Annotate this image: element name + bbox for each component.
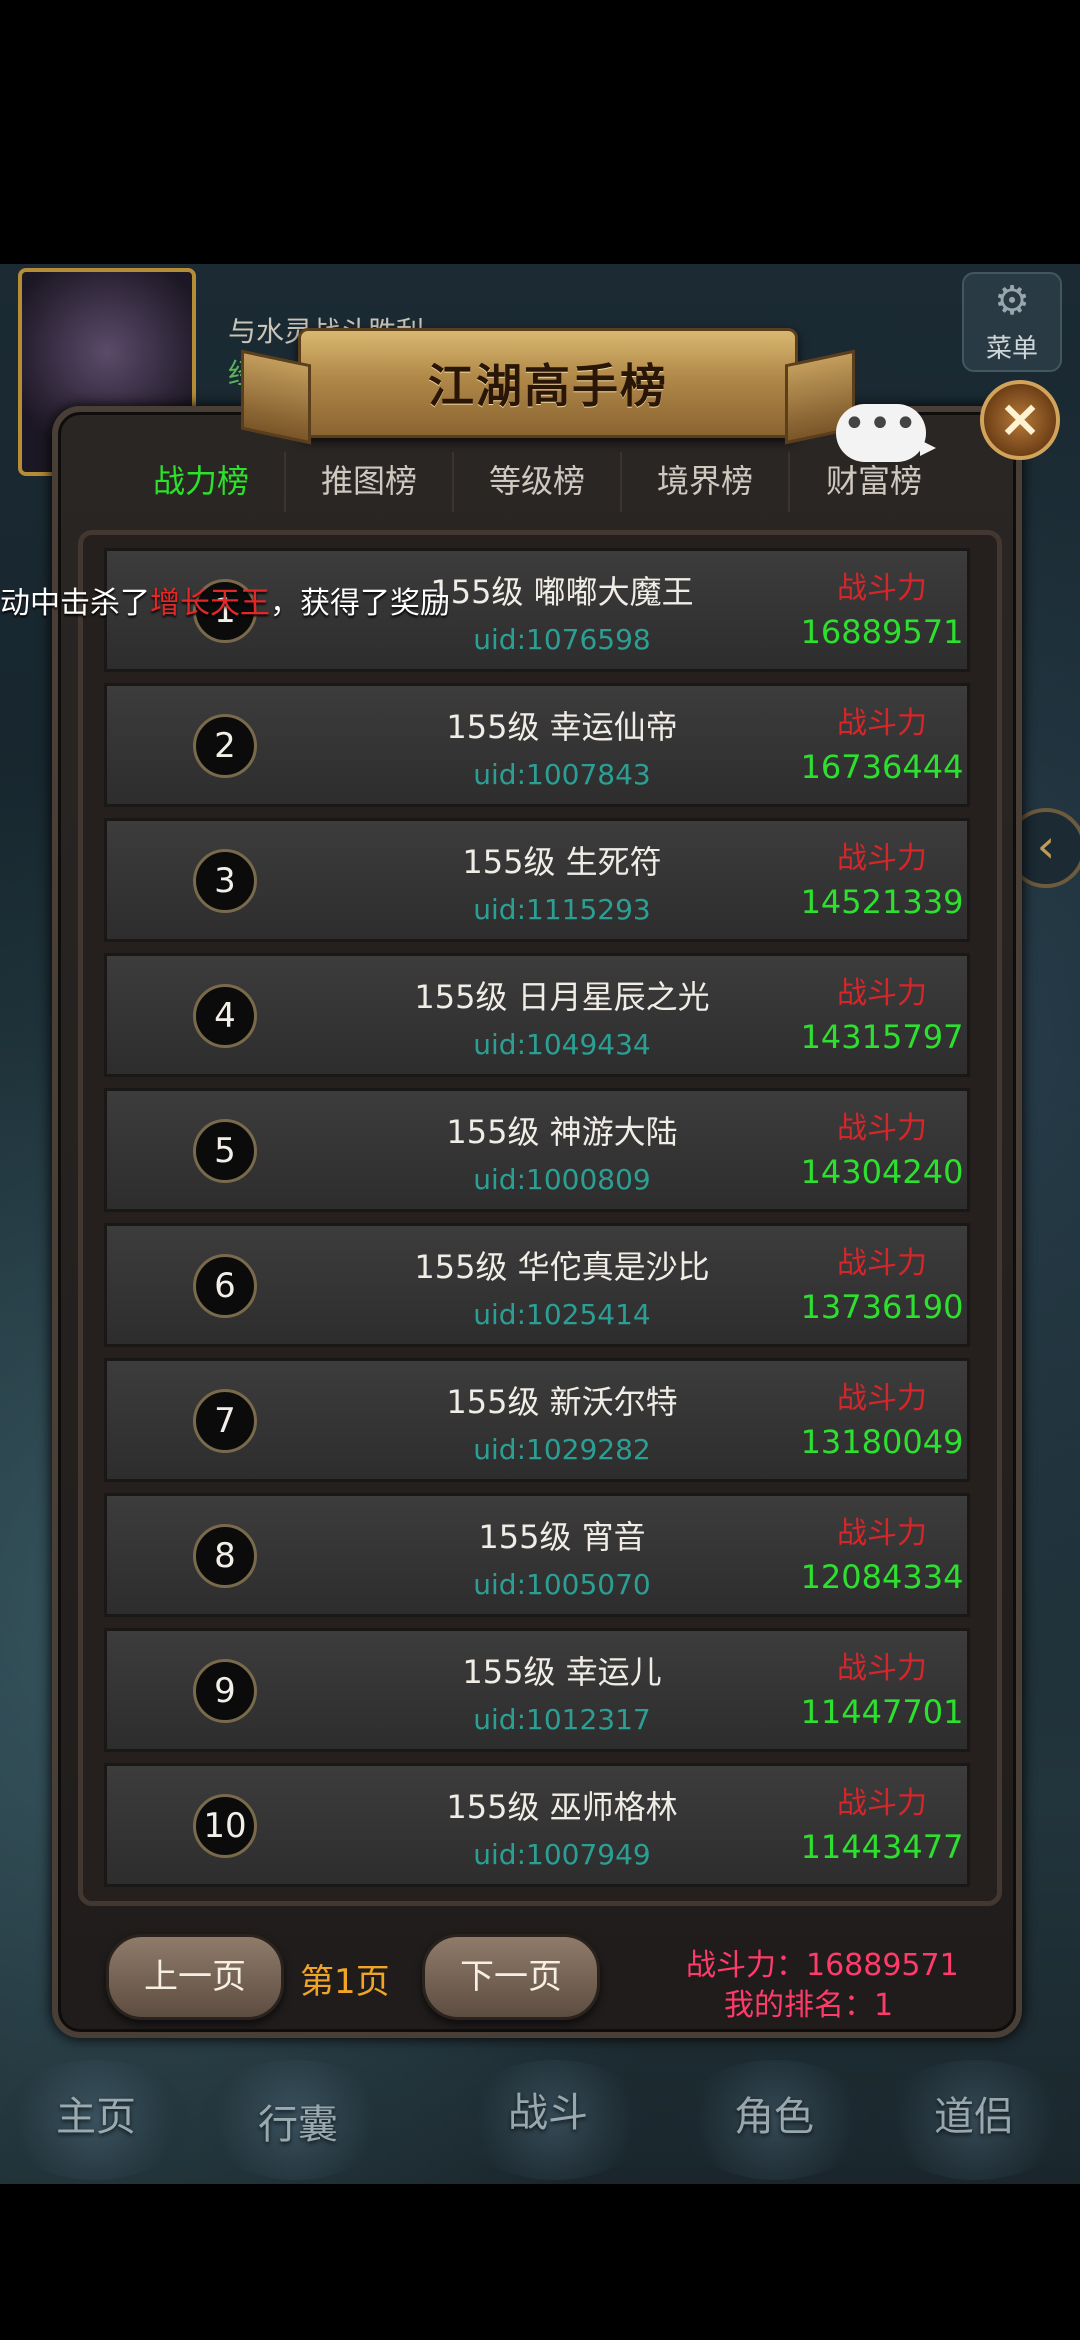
player-uid: uid:1029282 bbox=[473, 1433, 651, 1466]
player-uid: uid:1049434 bbox=[473, 1028, 651, 1061]
rank-badge: 5 bbox=[193, 1119, 257, 1183]
player-name: 155级 宵音 bbox=[478, 1518, 646, 1556]
table-row[interactable]: 7 155级 新沃尔特 uid:1029282 战斗力 13180049 bbox=[104, 1358, 970, 1482]
player-name: 155级 生死符 bbox=[462, 843, 662, 881]
power-value: 14521339 bbox=[800, 883, 964, 921]
tab-level-rank[interactable]: 等级榜 bbox=[454, 452, 622, 512]
next-page-button[interactable]: 下一页 bbox=[422, 1934, 600, 2020]
nav-character[interactable]: 角色 bbox=[734, 2084, 814, 2142]
power-label: 战斗力 bbox=[837, 1381, 927, 1416]
power-value: 11447701 bbox=[800, 1693, 964, 1731]
power-value: 13736190 bbox=[800, 1288, 964, 1326]
rank-badge: 10 bbox=[193, 1794, 257, 1858]
rank-badge: 9 bbox=[193, 1659, 257, 1723]
panel-title: 江湖高手榜 bbox=[428, 359, 668, 413]
tab-stage-rank[interactable]: 推图榜 bbox=[286, 452, 454, 512]
rank-badge: 4 bbox=[193, 984, 257, 1048]
power-label: 战斗力 bbox=[837, 976, 927, 1011]
nav-home[interactable]: 主页 bbox=[56, 2084, 136, 2142]
gear-icon: ⚙ bbox=[994, 278, 1030, 324]
prev-page-button[interactable]: 上一页 bbox=[106, 1934, 284, 2020]
system-broadcast: 动中击杀了增长天王，获得了奖励 bbox=[0, 578, 450, 622]
power-label: 战斗力 bbox=[837, 1651, 927, 1686]
table-row[interactable]: 2 155级 幸运仙帝 uid:1007843 战斗力 16736444 bbox=[104, 683, 970, 807]
player-name: 155级 幸运儿 bbox=[462, 1653, 662, 1691]
player-name: 155级 新沃尔特 bbox=[446, 1383, 678, 1421]
power-label: 战斗力 bbox=[837, 1516, 927, 1551]
power-label: 战斗力 bbox=[837, 706, 927, 741]
player-uid: uid:1012317 bbox=[473, 1703, 651, 1736]
broadcast-prefix: 动中击杀了 bbox=[0, 586, 150, 621]
menu-label: 菜单 bbox=[985, 334, 1038, 364]
broadcast-highlight: 增长天王 bbox=[150, 586, 270, 621]
my-rank: 我的排名：1 bbox=[724, 1988, 894, 2023]
power-value: 12084334 bbox=[800, 1558, 964, 1596]
player-name: 155级 华佗真是沙比 bbox=[414, 1248, 710, 1286]
rank-badge: 3 bbox=[193, 849, 257, 913]
power-value: 13180049 bbox=[800, 1423, 964, 1461]
broadcast-suffix: ，获得了奖励 bbox=[270, 586, 450, 621]
player-uid: uid:1007949 bbox=[473, 1838, 651, 1871]
power-label: 战斗力 bbox=[837, 571, 927, 606]
power-value: 11443477 bbox=[800, 1828, 964, 1866]
power-value: 16736444 bbox=[800, 748, 964, 786]
player-uid: uid:1115293 bbox=[473, 893, 651, 926]
nav-partner[interactable]: 道侣 bbox=[934, 2084, 1014, 2142]
tab-wealth-rank[interactable]: 财富榜 bbox=[790, 452, 958, 512]
power-label: 战斗力 bbox=[837, 841, 927, 876]
rank-badge: 6 bbox=[193, 1254, 257, 1318]
tab-power-rank[interactable]: 战力榜 bbox=[118, 452, 286, 512]
table-row[interactable]: 4 155级 日月星辰之光 uid:1049434 战斗力 14315797 bbox=[104, 953, 970, 1077]
page-indicator: 第1页 bbox=[300, 1962, 390, 2002]
power-label: 战斗力 bbox=[837, 1111, 927, 1146]
tab-realm-rank[interactable]: 境界榜 bbox=[622, 452, 790, 512]
rank-badge: 8 bbox=[193, 1524, 257, 1588]
rank-badge: 7 bbox=[193, 1389, 257, 1453]
table-row[interactable]: 8 155级 宵音 uid:1005070 战斗力 12084334 bbox=[104, 1493, 970, 1617]
power-value: 14315797 bbox=[800, 1018, 964, 1056]
player-uid: uid:1076598 bbox=[473, 623, 651, 656]
rank-badge: 2 bbox=[193, 714, 257, 778]
player-uid: uid:1005070 bbox=[473, 1568, 651, 1601]
power-value: 16889571 bbox=[800, 613, 964, 651]
my-power: 战斗力：16889571 bbox=[686, 1948, 959, 1983]
player-name: 155级 神游大陆 bbox=[446, 1113, 678, 1151]
bottom-nav: 主页 行囊 战斗 角色 道侣 bbox=[0, 2050, 1080, 2190]
power-label: 战斗力 bbox=[837, 1786, 927, 1821]
close-icon[interactable]: × bbox=[980, 380, 1060, 460]
tab-bar: 战力榜 推图榜 等级榜 境界榜 财富榜 bbox=[118, 452, 958, 512]
player-name: 155级 巫师格林 bbox=[446, 1788, 678, 1826]
table-row[interactable]: 10 155级 巫师格林 uid:1007949 战斗力 11443477 bbox=[104, 1763, 970, 1887]
power-label: 战斗力 bbox=[837, 1246, 927, 1281]
table-row[interactable]: 3 155级 生死符 uid:1115293 战斗力 14521339 bbox=[104, 818, 970, 942]
nav-bag[interactable]: 行囊 bbox=[258, 2092, 338, 2150]
player-name: 155级 日月星辰之光 bbox=[414, 978, 710, 1016]
title-banner: 江湖高手榜 bbox=[298, 328, 798, 438]
player-uid: uid:1000809 bbox=[473, 1163, 651, 1196]
power-value: 14304240 bbox=[800, 1153, 964, 1191]
player-uid: uid:1025414 bbox=[473, 1298, 651, 1331]
nav-battle[interactable]: 战斗 bbox=[508, 2080, 588, 2138]
menu-button[interactable]: ⚙ 菜单 bbox=[962, 272, 1062, 372]
table-row[interactable]: 5 155级 神游大陆 uid:1000809 战斗力 14304240 bbox=[104, 1088, 970, 1212]
player-name: 155级 幸运仙帝 bbox=[446, 708, 678, 746]
table-row[interactable]: 9 155级 幸运儿 uid:1012317 战斗力 11447701 bbox=[104, 1628, 970, 1752]
table-row[interactable]: 6 155级 华佗真是沙比 uid:1025414 战斗力 13736190 bbox=[104, 1223, 970, 1347]
player-uid: uid:1007843 bbox=[473, 758, 651, 791]
